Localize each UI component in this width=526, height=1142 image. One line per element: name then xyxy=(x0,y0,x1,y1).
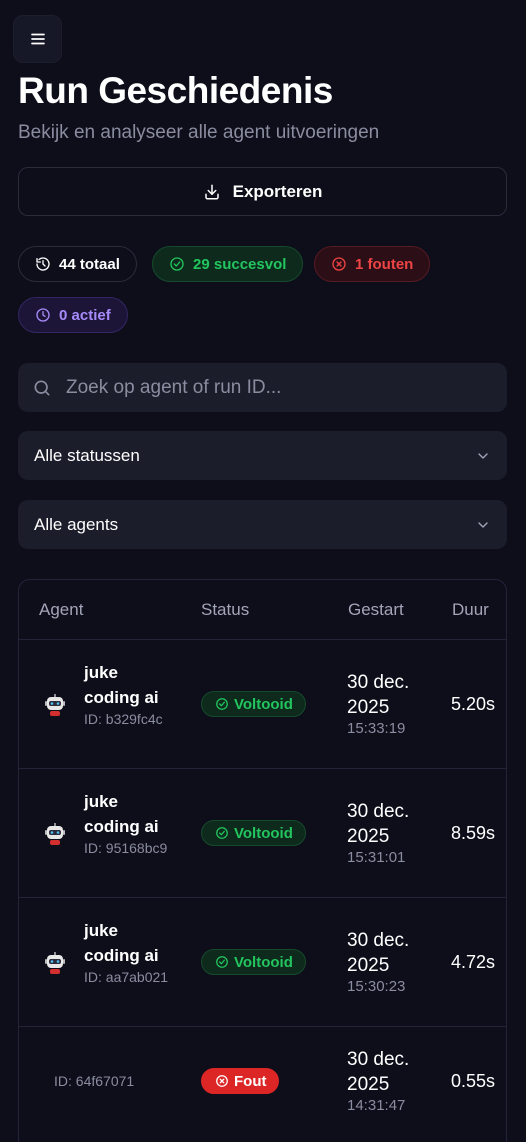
total-count-label: 44 totaal xyxy=(59,255,120,273)
status-filter-select[interactable]: Alle statussen xyxy=(18,431,507,480)
history-icon xyxy=(36,257,50,271)
page-subtitle: Bekijk en analyseer alle agent uitvoerin… xyxy=(18,122,380,143)
menu-icon xyxy=(30,33,45,45)
table-row[interactable]: juke coding ai ID: aa7ab021 Voltooid 30 … xyxy=(19,898,506,1027)
success-count-badge[interactable]: 29 succesvol xyxy=(152,246,304,282)
run-duration: 0.55s xyxy=(451,1071,496,1091)
table-row[interactable]: juke coding ai ID: b329fc4c Voltooid 30 … xyxy=(19,640,506,769)
check-circle-icon xyxy=(170,257,184,271)
total-count-badge[interactable]: 44 totaal xyxy=(18,246,137,282)
check-circle-icon xyxy=(216,827,228,839)
download-icon xyxy=(204,184,219,199)
export-button[interactable]: Exporteren xyxy=(18,167,507,216)
check-circle-icon xyxy=(216,956,228,968)
clock-icon xyxy=(36,308,50,322)
search-input[interactable] xyxy=(66,376,486,399)
active-count-badge[interactable]: 0 actief xyxy=(18,297,128,333)
run-id: ID: 95168bc9 xyxy=(84,840,168,856)
table-row[interactable]: juke coding ai ID: 95168bc9 Voltooid 30 … xyxy=(19,769,506,898)
run-id: ID: aa7ab021 xyxy=(84,969,169,985)
error-count-badge[interactable]: 1 fouten xyxy=(314,246,431,282)
column-header-status[interactable]: Status xyxy=(201,600,249,620)
run-date: 30 dec. 2025 xyxy=(347,801,410,847)
run-date: 30 dec. 2025 xyxy=(347,1049,410,1095)
x-circle-icon xyxy=(216,1075,228,1087)
runs-table: Agent Status Gestart Duur juke coding ai… xyxy=(18,579,507,1142)
run-duration: 8.59s xyxy=(451,823,496,843)
run-history-page: Run Geschiedenis Bekijk en analyseer all… xyxy=(0,0,526,1142)
table-row[interactable]: ID: 64f67071 Fout 30 dec. 2025 14:31:47 … xyxy=(19,1027,506,1142)
status-label: Voltooid xyxy=(234,953,293,971)
agent-name: juke coding ai xyxy=(84,663,159,707)
status-label: Fout xyxy=(234,1072,267,1090)
status-filter-value: Alle statussen xyxy=(34,445,140,465)
chevron-down-icon xyxy=(478,521,488,528)
agent-name: juke coding ai xyxy=(84,921,159,965)
search-icon xyxy=(34,380,50,395)
status-badge: Voltooid xyxy=(201,691,306,717)
column-header-agent[interactable]: Agent xyxy=(39,600,83,620)
run-id: ID: 64f67071 xyxy=(54,1073,135,1089)
robot-icon xyxy=(45,823,65,845)
table-header: Agent Status Gestart Duur xyxy=(19,580,506,640)
status-label: Voltooid xyxy=(234,824,293,842)
search-box[interactable] xyxy=(18,363,507,412)
run-time: 15:31:01 xyxy=(347,849,406,866)
column-header-started[interactable]: Gestart xyxy=(348,600,404,620)
run-time: 14:31:47 xyxy=(347,1097,406,1114)
status-badge: Fout xyxy=(201,1068,280,1094)
run-duration: 5.20s xyxy=(451,694,496,714)
run-id: ID: b329fc4c xyxy=(84,711,163,727)
status-label: Voltooid xyxy=(234,695,293,713)
check-circle-icon xyxy=(216,698,228,710)
page-title: Run Geschiedenis xyxy=(18,70,333,111)
success-count-label: 29 succesvol xyxy=(193,255,287,273)
run-time: 15:33:19 xyxy=(347,720,406,737)
run-date: 30 dec. 2025 xyxy=(347,672,410,718)
run-time: 15:30:23 xyxy=(347,978,406,995)
agent-name: juke coding ai xyxy=(84,792,159,836)
run-date: 30 dec. 2025 xyxy=(347,930,410,976)
run-duration: 4.72s xyxy=(451,952,496,972)
status-badge: Voltooid xyxy=(201,820,306,846)
agent-filter-value: Alle agents xyxy=(34,514,119,534)
column-header-duration[interactable]: Duur xyxy=(452,600,489,620)
active-count-label: 0 actief xyxy=(59,306,111,324)
status-badge: Voltooid xyxy=(201,949,306,975)
chevron-down-icon xyxy=(478,452,488,459)
robot-icon xyxy=(45,694,65,716)
robot-icon xyxy=(45,952,65,974)
export-label: Exporteren xyxy=(232,181,323,201)
error-count-label: 1 fouten xyxy=(355,255,414,273)
x-circle-icon xyxy=(332,257,346,271)
agent-filter-select[interactable]: Alle agents xyxy=(18,500,507,549)
menu-button[interactable] xyxy=(13,15,62,63)
